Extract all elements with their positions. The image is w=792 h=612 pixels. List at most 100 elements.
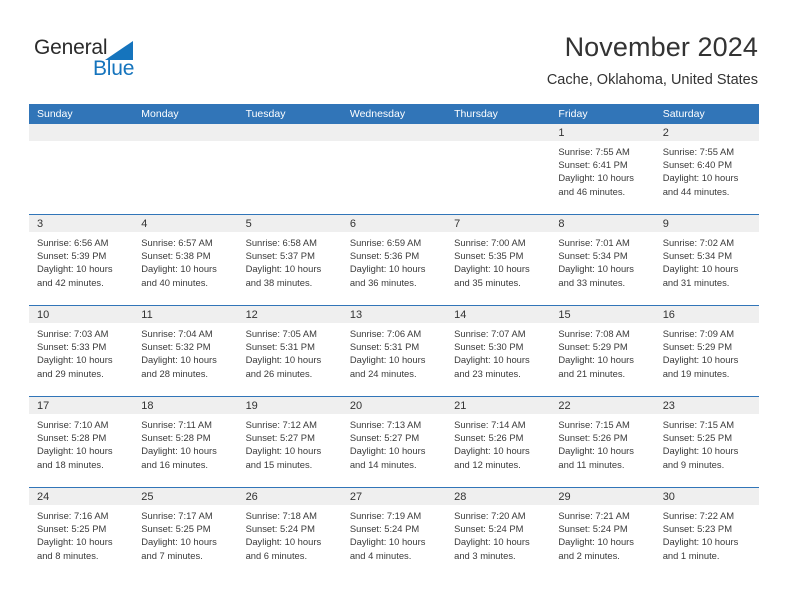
daylight-text: Daylight: 10 hours and 11 minutes. xyxy=(558,445,634,470)
calendar-day-cell[interactable]: 23 Sunrise: 7:15 AM Sunset: 5:25 PM Dayligh… xyxy=(654,397,759,487)
calendar-day-cell[interactable]: 17 Sunrise: 7:10 AM Sunset: 5:28 PM Dayligh… xyxy=(29,397,134,487)
sunrise-text: Sunrise: 7:01 AM xyxy=(558,237,630,248)
calendar-day-cell[interactable]: 7 Sunrise: 7:00 AM Sunset: 5:35 PM Daylight… xyxy=(446,215,551,305)
day-number-band: 9 xyxy=(654,215,759,232)
day-number-band: 15 xyxy=(550,306,655,323)
sunset-text: Sunset: 5:26 PM xyxy=(558,432,628,444)
daylight-text: Daylight: 10 hours and 2 minutes. xyxy=(558,536,634,561)
generalblue-logo[interactable]: General Blue xyxy=(34,36,154,82)
day-number: 18 xyxy=(141,399,154,412)
day-number-band: 19 xyxy=(237,397,342,414)
calendar-day-cell[interactable]: 22 Sunrise: 7:15 AM Sunset: 5:26 PM Dayligh… xyxy=(550,397,655,487)
weekday-header-wednesday: Wednesday xyxy=(349,108,406,120)
calendar-day-cell[interactable]: 8 Sunrise: 7:01 AM Sunset: 5:34 PM Daylight… xyxy=(550,215,655,305)
calendar-day-cell[interactable]: 14 Sunrise: 7:07 AM Sunset: 5:30 PM Dayligh… xyxy=(446,306,551,396)
day-number: 3 xyxy=(37,217,44,230)
sunset-text: Sunset: 5:31 PM xyxy=(349,341,420,353)
sunset-text: Sunset: 5:25 PM xyxy=(37,523,107,535)
calendar-day-cell[interactable]: 20 Sunrise: 7:13 AM Sunset: 5:27 PM Dayligh… xyxy=(341,397,447,487)
title-block: November 2024 Cache, Oklahoma, United St… xyxy=(547,30,758,90)
day-sun-info: Sunrise: 7:19 AM Sunset: 5:24 PM Daylight:… xyxy=(342,505,446,562)
weekday-header-monday: Monday xyxy=(141,108,179,120)
day-sun-info: Sunrise: 7:07 AM Sunset: 5:30 PM Daylight:… xyxy=(446,323,550,380)
daylight-text: Daylight: 10 hours and 33 minutes. xyxy=(558,263,634,288)
day-sun-info: Sunrise: 7:05 AM Sunset: 5:31 PM Daylight:… xyxy=(238,323,342,380)
calendar-day-cell[interactable]: 25 Sunrise: 7:17 AM Sunset: 5:25 PM Dayligh… xyxy=(133,488,238,578)
sunset-text: Sunset: 5:30 PM xyxy=(454,341,524,353)
calendar-day-cell[interactable]: 18 Sunrise: 7:11 AM Sunset: 5:28 PM Dayligh… xyxy=(133,397,238,487)
day-number: 2 xyxy=(662,126,669,139)
day-number-band: 14 xyxy=(446,306,551,323)
sunrise-text: Sunrise: 7:55 AM xyxy=(558,146,630,157)
sunset-text: Sunset: 5:24 PM xyxy=(558,523,628,535)
calendar-day-cell[interactable]: 28 Sunrise: 7:20 AM Sunset: 5:24 PM Dayligh… xyxy=(446,488,551,578)
daylight-text: Daylight: 10 hours and 42 minutes. xyxy=(37,263,113,288)
calendar-day-cell[interactable]: 26 Sunrise: 7:18 AM Sunset: 5:24 PM Dayligh… xyxy=(237,488,342,578)
daylight-text: Daylight: 10 hours and 18 minutes. xyxy=(37,445,113,470)
day-sun-info: Sunrise: 7:13 AM Sunset: 5:27 PM Daylight:… xyxy=(342,414,446,471)
day-number-band: 25 xyxy=(133,488,238,505)
day-number: 14 xyxy=(454,308,467,321)
sunset-text: Sunset: 5:29 PM xyxy=(662,341,732,353)
sunset-text: Sunset: 5:34 PM xyxy=(558,250,628,262)
day-number-band: 18 xyxy=(133,397,238,414)
calendar-day-cell[interactable]: 27 Sunrise: 7:19 AM Sunset: 5:24 PM Dayligh… xyxy=(341,488,447,578)
sunrise-text: Sunrise: 7:06 AM xyxy=(349,328,422,339)
sunset-text: Sunset: 5:38 PM xyxy=(141,250,211,262)
daylight-text: Daylight: 10 hours and 19 minutes. xyxy=(662,354,739,379)
calendar-day-cell[interactable]: 6 Sunrise: 6:59 AM Sunset: 5:36 PM Daylight… xyxy=(341,215,447,305)
calendar-day-cell[interactable]: 29 Sunrise: 7:21 AM Sunset: 5:24 PM Dayligh… xyxy=(550,488,655,578)
sunset-text: Sunset: 5:24 PM xyxy=(245,523,315,535)
calendar-day-cell[interactable]: 13 Sunrise: 7:06 AM Sunset: 5:31 PM Dayligh… xyxy=(341,306,447,396)
day-sun-info: Sunrise: 6:58 AM Sunset: 5:37 PM Daylight:… xyxy=(238,232,342,289)
calendar-grid: Sunday Monday Tuesday Wednesday Thursday Frid… xyxy=(29,104,759,578)
sunset-text: Sunset: 5:37 PM xyxy=(245,250,315,262)
calendar-day-cell[interactable]: 1 Sunrise: 7:55 AM Sunset: 6:41 PM Daylight… xyxy=(550,124,655,214)
day-sun-info: Sunrise: 7:20 AM Sunset: 5:24 PM Daylight:… xyxy=(446,505,550,562)
sunset-text: Sunset: 5:34 PM xyxy=(662,250,732,262)
day-number-band: 10 xyxy=(29,306,134,323)
sunrise-text: Sunrise: 7:18 AM xyxy=(245,510,317,521)
sunset-text: Sunset: 5:31 PM xyxy=(245,341,315,353)
calendar-day-cell[interactable]: 11 Sunrise: 7:04 AM Sunset: 5:32 PM Dayligh… xyxy=(133,306,238,396)
sunrise-text: Sunrise: 7:07 AM xyxy=(454,328,526,339)
sunrise-text: Sunrise: 6:57 AM xyxy=(141,237,213,248)
calendar-day-cell-empty xyxy=(29,124,134,214)
day-number: 6 xyxy=(349,217,356,230)
day-number-band xyxy=(446,124,551,141)
calendar-day-cell[interactable]: 19 Sunrise: 7:12 AM Sunset: 5:27 PM Dayligh… xyxy=(237,397,342,487)
calendar-day-cell[interactable]: 15 Sunrise: 7:08 AM Sunset: 5:29 PM Dayligh… xyxy=(550,306,655,396)
calendar-day-cell[interactable]: 16 Sunrise: 7:09 AM Sunset: 5:29 PM Dayligh… xyxy=(654,306,759,396)
sunrise-text: Sunrise: 7:08 AM xyxy=(558,328,630,339)
page-title: November 2024 xyxy=(564,32,758,62)
day-number: 17 xyxy=(37,399,50,412)
sunrise-text: Sunrise: 7:19 AM xyxy=(349,510,422,521)
weekday-header-thursday: Thursday xyxy=(454,108,498,120)
calendar-page: General Blue November 2024 Cache, Oklaho… xyxy=(0,0,792,612)
calendar-day-cell[interactable]: 3 Sunrise: 6:56 AM Sunset: 5:39 PM Daylight… xyxy=(29,215,134,305)
calendar-day-cell-empty xyxy=(341,124,447,214)
calendar-day-cell[interactable]: 9 Sunrise: 7:02 AM Sunset: 5:34 PM Daylight… xyxy=(654,215,759,305)
day-sun-info: Sunrise: 7:18 AM Sunset: 5:24 PM Daylight:… xyxy=(238,505,342,562)
calendar-day-cell[interactable]: 2 Sunrise: 7:55 AM Sunset: 6:40 PM Daylight… xyxy=(654,124,759,214)
calendar-day-cell[interactable]: 30 Sunrise: 7:22 AM Sunset: 5:23 PM Dayligh… xyxy=(654,488,759,578)
daylight-text: Daylight: 10 hours and 35 minutes. xyxy=(454,263,530,288)
calendar-day-cell[interactable]: 12 Sunrise: 7:05 AM Sunset: 5:31 PM Dayligh… xyxy=(237,306,342,396)
calendar-day-cell[interactable]: 4 Sunrise: 6:57 AM Sunset: 5:38 PM Daylight… xyxy=(133,215,238,305)
day-number-band: 3 xyxy=(29,215,134,232)
daylight-text: Daylight: 10 hours and 4 minutes. xyxy=(349,536,426,561)
day-sun-info: Sunrise: 7:17 AM Sunset: 5:25 PM Daylight:… xyxy=(133,505,237,562)
calendar-day-cell[interactable]: 10 Sunrise: 7:03 AM Sunset: 5:33 PM Dayligh… xyxy=(29,306,134,396)
day-number-band: 7 xyxy=(446,215,551,232)
sunset-text: Sunset: 5:39 PM xyxy=(37,250,107,262)
day-number: 22 xyxy=(558,399,571,412)
calendar-day-cell[interactable]: 21 Sunrise: 7:14 AM Sunset: 5:26 PM Dayligh… xyxy=(446,397,551,487)
calendar-day-cell[interactable]: 24 Sunrise: 7:16 AM Sunset: 5:25 PM Dayligh… xyxy=(29,488,134,578)
daylight-text: Daylight: 10 hours and 40 minutes. xyxy=(141,263,217,288)
calendar-day-cell[interactable]: 5 Sunrise: 6:58 AM Sunset: 5:37 PM Daylight… xyxy=(237,215,342,305)
sunrise-text: Sunrise: 7:05 AM xyxy=(245,328,317,339)
day-number: 28 xyxy=(454,490,467,503)
day-number: 30 xyxy=(662,490,675,503)
day-sun-info: Sunrise: 7:14 AM Sunset: 5:26 PM Daylight:… xyxy=(446,414,550,471)
sunrise-text: Sunrise: 6:58 AM xyxy=(245,237,317,248)
